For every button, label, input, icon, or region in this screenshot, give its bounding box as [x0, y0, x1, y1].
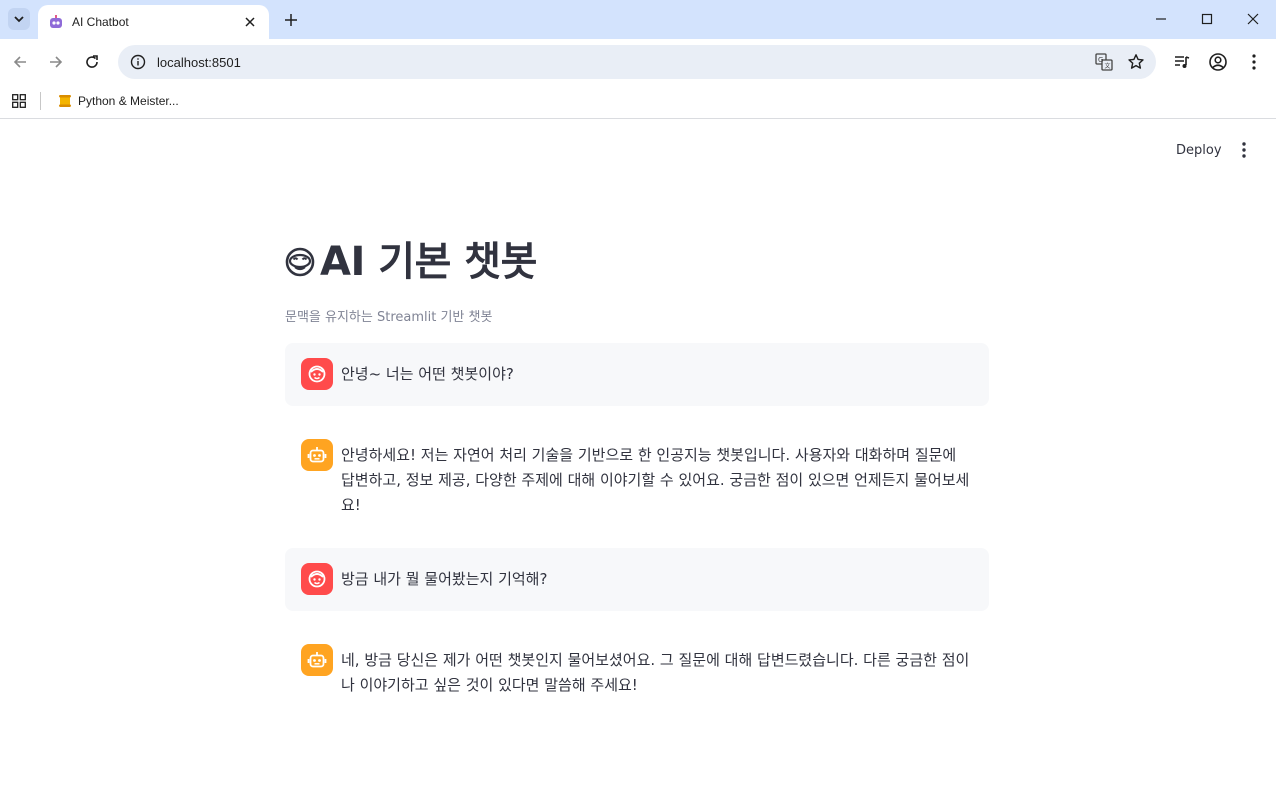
plus-icon [285, 14, 297, 26]
address-bar[interactable]: localhost:8501 G文 [118, 45, 1156, 79]
message-text: 네, 방금 당신은 제가 어떤 챗봇인지 물어보셨어요. 그 질문에 대해 답변… [341, 651, 970, 694]
media-control-button[interactable] [1170, 50, 1194, 74]
kebab-menu-icon [1242, 142, 1246, 158]
maximize-button[interactable] [1192, 6, 1222, 32]
maximize-icon [1201, 13, 1213, 25]
close-window-button[interactable] [1238, 6, 1268, 32]
page-caption: 문맥을 유지하는 Streamlit 기반 챗봇 [285, 310, 493, 325]
minimize-button[interactable] [1146, 6, 1176, 32]
new-tab-button[interactable] [280, 9, 302, 31]
apps-grid-icon [12, 94, 26, 108]
bookmark-python-meister[interactable]: Python & Meister... [52, 89, 185, 113]
site-info-icon[interactable] [128, 52, 148, 72]
user-avatar [301, 563, 333, 595]
close-icon [245, 17, 255, 27]
bookmark-separator [40, 92, 41, 110]
forward-button[interactable] [44, 50, 68, 74]
app-menu-button[interactable] [1232, 137, 1256, 163]
playlist-music-icon [1175, 56, 1190, 68]
bookmark-label: Python & Meister... [78, 94, 179, 108]
page-header: AI 기본 챗봇 [285, 236, 537, 288]
streamlit-app: Deploy AI 기본 챗봇 문맥을 유지하는 Streamlit 기반 챗봇… [0, 120, 1276, 795]
close-icon [1247, 13, 1259, 25]
chat-message-assistant: 안녕하세요! 저는 자연어 처리 기술을 기반으로 한 인공지능 챗봇입니다. … [285, 424, 989, 524]
translate-icon[interactable]: G文 [1092, 50, 1116, 74]
chevron-down-icon [14, 16, 24, 23]
bookmark-star-icon[interactable] [1124, 50, 1148, 74]
message-text: 방금 내가 뭘 물어봤는지 기억해? [341, 570, 548, 588]
user-avatar [301, 358, 333, 390]
url-text[interactable]: localhost:8501 [157, 55, 1092, 70]
smiling-face-icon [285, 247, 315, 277]
chat-message-assistant: 네, 방금 당신은 제가 어떤 챗봇인지 물어보셨어요. 그 질문에 대해 답변… [285, 629, 989, 705]
arrow-left-icon [13, 56, 26, 68]
reload-button[interactable] [80, 50, 104, 74]
tab-strip: AI Chatbot [0, 0, 1276, 39]
browser-toolbar: localhost:8501 G文 [0, 39, 1276, 85]
svg-text:文: 文 [1105, 62, 1111, 70]
scroll-icon [59, 95, 71, 107]
deploy-button[interactable]: Deploy [1168, 137, 1230, 163]
user-face-icon [308, 365, 326, 383]
tab-close-button[interactable] [241, 13, 259, 31]
chat-message-user: 안녕~ 너는 어떤 챗봇이야? [285, 343, 989, 406]
minimize-icon [1156, 18, 1166, 20]
arrow-right-icon [50, 56, 63, 68]
tab-title: AI Chatbot [72, 15, 129, 29]
robot-favicon-icon [48, 14, 64, 30]
tab-search-button[interactable] [8, 8, 30, 30]
kebab-menu-icon [1252, 54, 1256, 70]
svg-text:G: G [1098, 56, 1103, 64]
apps-button[interactable] [9, 91, 29, 111]
chat-message-user: 방금 내가 뭘 물어봤는지 기억해? [285, 548, 989, 611]
message-text: 안녕하세요! 저는 자연어 처리 기술을 기반으로 한 인공지능 챗봇입니다. … [341, 446, 970, 514]
browser-tab[interactable]: AI Chatbot [38, 5, 269, 39]
account-icon [1209, 53, 1227, 71]
back-button[interactable] [8, 50, 32, 74]
reload-icon [86, 55, 98, 68]
profile-button[interactable] [1206, 50, 1230, 74]
assistant-avatar [301, 644, 333, 676]
assistant-avatar [301, 439, 333, 471]
page-title: AI 기본 챗봇 [320, 239, 537, 285]
bookmarks-bar: Python & Meister... [0, 85, 1276, 119]
browser-menu-button[interactable] [1242, 50, 1266, 74]
user-face-icon [308, 570, 326, 588]
robot-icon [307, 652, 327, 668]
message-text: 안녕~ 너는 어떤 챗봇이야? [341, 365, 514, 383]
robot-icon [307, 447, 327, 463]
